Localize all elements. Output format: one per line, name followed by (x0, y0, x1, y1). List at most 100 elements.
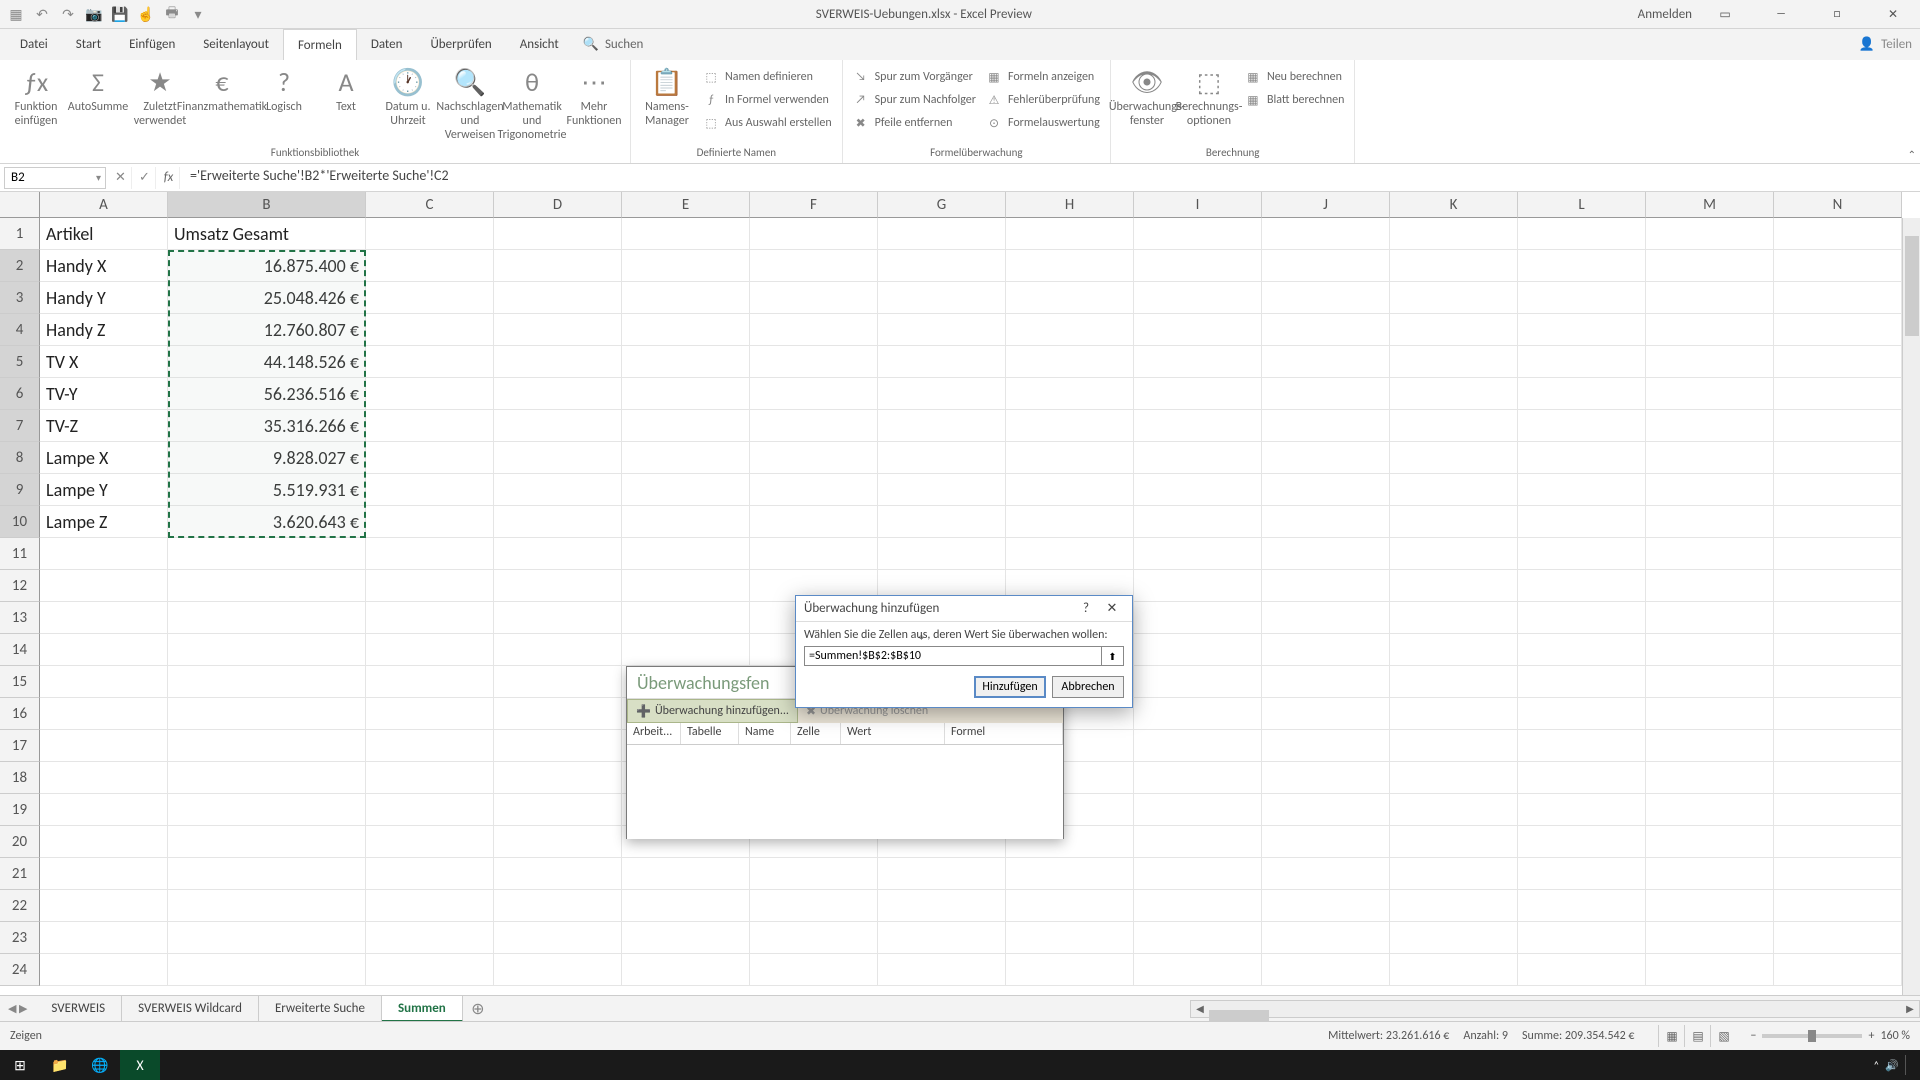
row-header[interactable]: 22 (0, 890, 40, 922)
cell[interactable] (40, 762, 168, 794)
reference-input[interactable] (804, 646, 1102, 666)
cell[interactable] (1774, 474, 1902, 506)
cell[interactable] (366, 538, 494, 570)
cell[interactable] (1390, 282, 1518, 314)
cell[interactable] (750, 954, 878, 986)
collapse-ribbon-icon[interactable]: ⌃ (1908, 148, 1916, 161)
watch-window-button[interactable]: 👁Überwachungs-fenster (1117, 64, 1177, 144)
name-manager-button[interactable]: 📋Namens-Manager (637, 64, 697, 144)
cell[interactable] (1390, 666, 1518, 698)
start-button[interactable]: ⊞ (0, 1050, 40, 1080)
calc-sheet-button[interactable]: ▦Blatt berechnen (1241, 89, 1348, 111)
cell[interactable] (622, 442, 750, 474)
cell[interactable] (1134, 666, 1262, 698)
column-header[interactable]: H (1006, 192, 1134, 218)
column-header[interactable]: K (1390, 192, 1518, 218)
cell[interactable] (1134, 538, 1262, 570)
cell[interactable] (1774, 538, 1902, 570)
cell[interactable] (494, 506, 622, 538)
cell[interactable] (1646, 314, 1774, 346)
cell[interactable] (1134, 410, 1262, 442)
share-label[interactable]: Teilen (1881, 37, 1912, 52)
cell[interactable] (1006, 858, 1134, 890)
cell[interactable] (494, 314, 622, 346)
autosum-button[interactable]: ΣAutoSumme (68, 64, 128, 144)
cell[interactable] (1646, 442, 1774, 474)
col-cell[interactable]: Zelle (791, 723, 841, 744)
sheet-tab-erweiterte[interactable]: Erweiterte Suche (259, 996, 382, 1022)
cell[interactable] (40, 826, 168, 858)
cell[interactable] (366, 698, 494, 730)
cell[interactable] (1518, 346, 1646, 378)
col-book[interactable]: Arbeit... (627, 723, 681, 744)
cell[interactable] (1518, 826, 1646, 858)
col-name[interactable]: Name (739, 723, 791, 744)
cell[interactable] (1262, 634, 1390, 666)
trace-dependents-button[interactable]: ↗Spur zum Nachfolger (849, 89, 980, 111)
cell[interactable]: TV-Z (40, 410, 168, 442)
cell[interactable] (494, 442, 622, 474)
cell[interactable] (1774, 602, 1902, 634)
column-header[interactable]: M (1646, 192, 1774, 218)
cell[interactable] (1646, 602, 1774, 634)
cell[interactable] (168, 602, 366, 634)
cell[interactable]: 9.828.027 € (168, 442, 366, 474)
close-icon[interactable]: ✕ (1870, 0, 1916, 29)
cell[interactable] (1774, 250, 1902, 282)
cell[interactable] (168, 730, 366, 762)
cell[interactable] (1390, 442, 1518, 474)
cell[interactable] (878, 378, 1006, 410)
cell[interactable] (366, 826, 494, 858)
cell[interactable] (1774, 378, 1902, 410)
cell[interactable] (1774, 346, 1902, 378)
cell[interactable] (1774, 410, 1902, 442)
cell[interactable] (1262, 442, 1390, 474)
cell[interactable] (1262, 890, 1390, 922)
collapse-dialog-icon[interactable]: ⬆ (1102, 646, 1124, 666)
cell[interactable] (622, 250, 750, 282)
cell[interactable] (750, 538, 878, 570)
cell[interactable] (622, 218, 750, 250)
sheet-nav[interactable]: ◀ ▶ (0, 1002, 35, 1015)
row-header[interactable]: 5 (0, 346, 40, 378)
cell[interactable] (1646, 218, 1774, 250)
cell[interactable] (366, 378, 494, 410)
cell[interactable] (750, 410, 878, 442)
cancel-button[interactable]: Abbrechen (1052, 676, 1124, 698)
cell[interactable] (622, 474, 750, 506)
cell[interactable] (622, 410, 750, 442)
row-header[interactable]: 21 (0, 858, 40, 890)
cell[interactable] (1646, 570, 1774, 602)
show-formulas-button[interactable]: ▦Formeln anzeigen (982, 66, 1104, 88)
cell[interactable] (1006, 218, 1134, 250)
cell[interactable] (1518, 762, 1646, 794)
cell[interactable] (622, 570, 750, 602)
cell[interactable] (1518, 602, 1646, 634)
cell[interactable] (494, 666, 622, 698)
cell[interactable] (622, 346, 750, 378)
cell[interactable] (878, 442, 1006, 474)
cell[interactable] (366, 346, 494, 378)
cell[interactable] (1262, 346, 1390, 378)
cell[interactable] (366, 730, 494, 762)
column-header[interactable]: C (366, 192, 494, 218)
cell[interactable] (750, 282, 878, 314)
cell[interactable]: Handy Y (40, 282, 168, 314)
vertical-scrollbar[interactable] (1902, 218, 1920, 1007)
cell[interactable] (1518, 538, 1646, 570)
cell[interactable] (366, 218, 494, 250)
cell[interactable] (40, 890, 168, 922)
scroll-left-icon[interactable]: ◀ (1191, 1002, 1209, 1015)
cell[interactable] (494, 538, 622, 570)
cell[interactable] (1774, 506, 1902, 538)
cell[interactable] (1646, 762, 1774, 794)
cell[interactable]: Artikel (40, 218, 168, 250)
cell[interactable] (878, 282, 1006, 314)
cell[interactable] (494, 922, 622, 954)
cell[interactable] (1390, 570, 1518, 602)
row-header[interactable]: 23 (0, 922, 40, 954)
cell[interactable] (1646, 346, 1774, 378)
zoom-level[interactable]: 160 % (1880, 1029, 1910, 1043)
cell[interactable] (878, 890, 1006, 922)
cell[interactable] (168, 762, 366, 794)
